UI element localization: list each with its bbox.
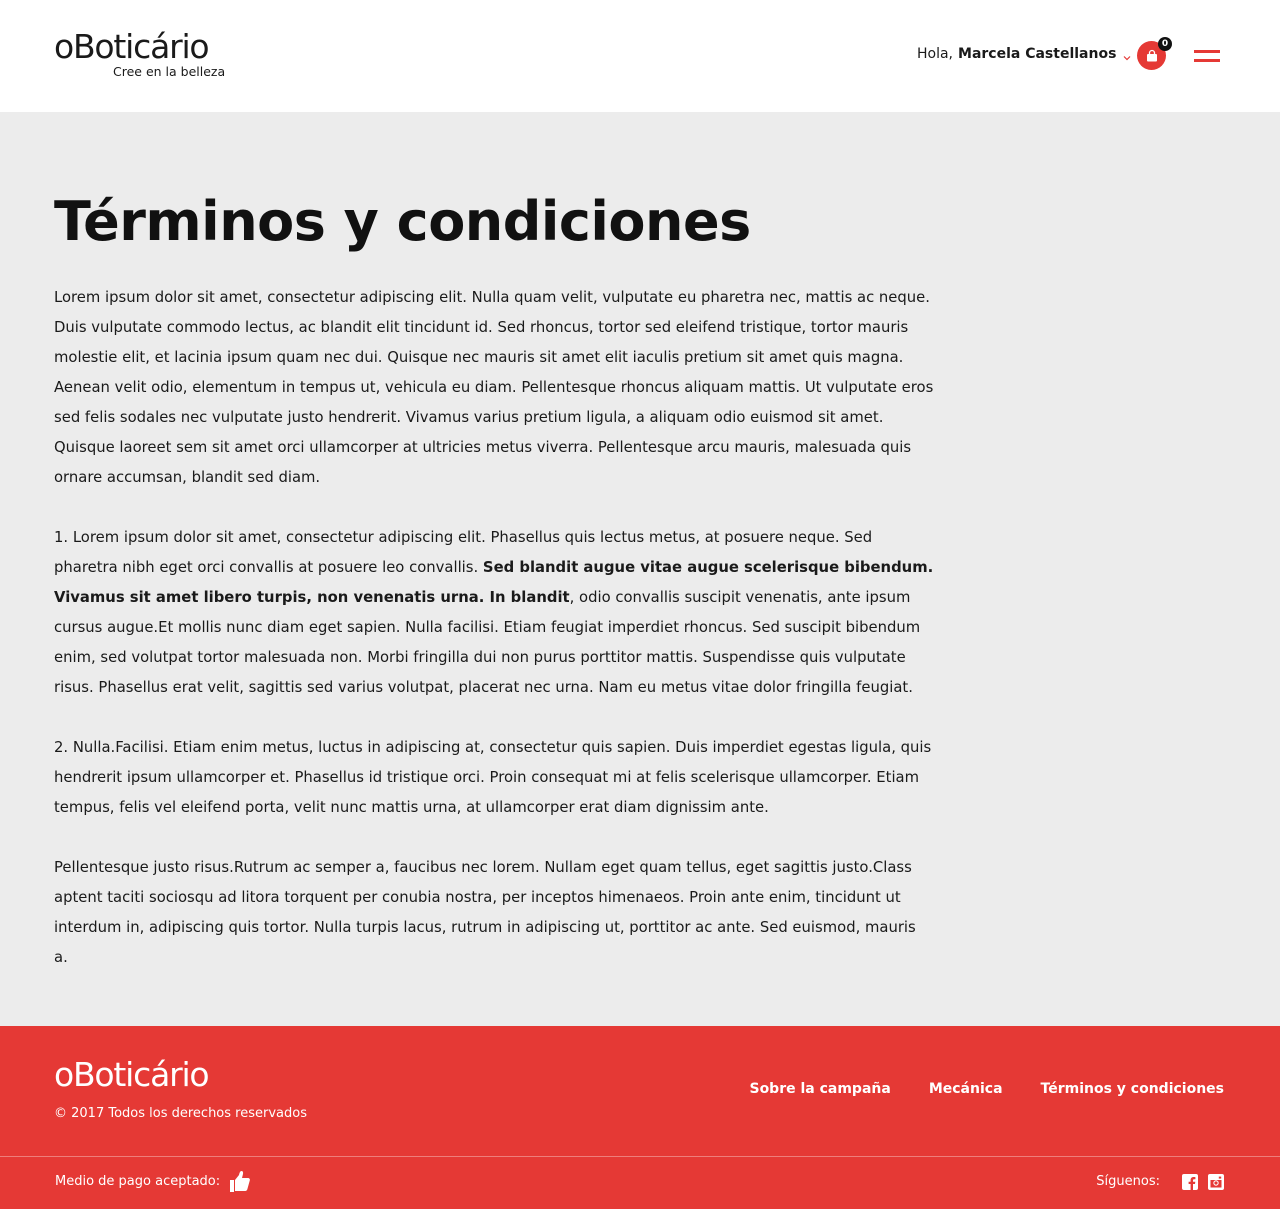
terms-body: Lorem ipsum dolor sit amet, consectetur … — [54, 283, 934, 1003]
cart-button[interactable]: 0 — [1137, 37, 1173, 73]
social-links: Síguenos: — [1096, 1172, 1224, 1192]
payment-info: Medio de pago aceptado: — [55, 1170, 252, 1194]
site-footer: oBoticário © 2017 Todos los derechos res… — [0, 1026, 1280, 1209]
logo-tagline: Cree en la belleza — [113, 64, 226, 79]
hamburger-menu-icon[interactable] — [1194, 50, 1220, 64]
brand-logo[interactable]: oBoticário Cree en la belleza — [54, 30, 234, 82]
follow-label: Síguenos: — [1096, 1174, 1160, 1189]
user-name: Marcela Castellanos — [958, 46, 1117, 62]
cart-count-badge: 0 — [1158, 37, 1172, 51]
chevron-down-icon — [1122, 49, 1132, 61]
footer-link-about[interactable]: Sobre la campaña — [749, 1081, 890, 1097]
greeting-text: Hola, — [917, 46, 954, 62]
copyright-text: © 2017 Todos los derechos reservados — [54, 1106, 307, 1121]
payment-label: Medio de pago aceptado: — [55, 1174, 221, 1189]
logo-wordmark: oBoticário — [54, 27, 210, 66]
terms-paragraph-1: 1. Lorem ipsum dolor sit amet, consectet… — [54, 523, 934, 703]
facebook-icon[interactable] — [1182, 1174, 1198, 1190]
thumbs-up-icon — [230, 1171, 251, 1192]
terms-paragraph-2: 2. Nulla.Facilisi. Etiam enim metus, luc… — [54, 739, 932, 816]
page-title: Términos y condiciones — [54, 190, 751, 253]
site-header: oBoticário Cree en la belleza Hola, Marc… — [0, 0, 1280, 112]
terms-paragraph-closing: Pellentesque justo risus.Rutrum ac sempe… — [54, 859, 916, 966]
user-menu[interactable]: Hola, Marcela Castellanos — [917, 44, 1132, 64]
terms-paragraph-intro: Lorem ipsum dolor sit amet, consectetur … — [54, 289, 934, 486]
footer-nav: Sobre la campaña Mecánica Términos y con… — [749, 1081, 1224, 1097]
footer-link-mechanics[interactable]: Mecánica — [929, 1081, 1003, 1097]
footer-link-terms[interactable]: Términos y condiciones — [1041, 1081, 1224, 1097]
footer-divider — [0, 1156, 1280, 1157]
footer-logo[interactable]: oBoticário — [54, 1058, 210, 1092]
instagram-icon[interactable] — [1208, 1174, 1224, 1190]
